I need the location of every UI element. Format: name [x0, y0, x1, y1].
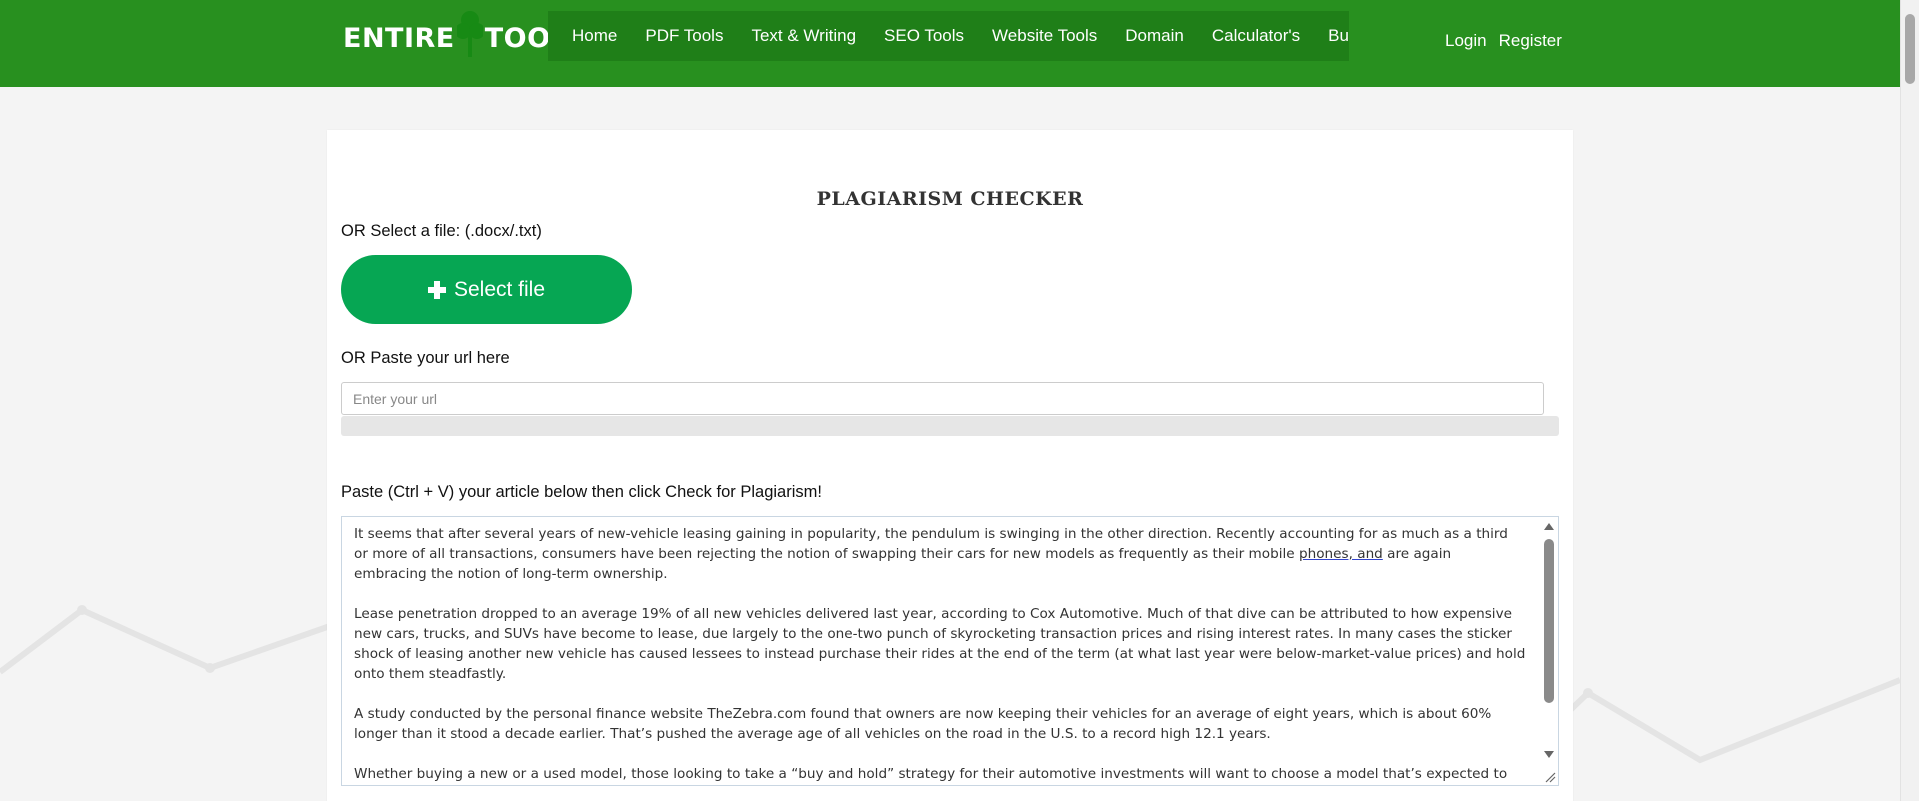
url-input[interactable] — [341, 382, 1544, 415]
url-label: OR Paste your url here — [341, 349, 510, 367]
nav-seo-tools[interactable]: SEO Tools — [870, 26, 978, 46]
clover-icon — [454, 9, 485, 59]
page-title: PLAGIARISM CHECKER — [816, 188, 1084, 210]
article-paragraph-2: Lease penetration dropped to an average … — [354, 606, 1526, 682]
logo-text-entire: ENTIRE — [343, 22, 455, 54]
select-file-label: Select file — [453, 277, 546, 301]
nav-website-tools[interactable]: Website Tools — [978, 26, 1111, 46]
select-file-button[interactable]: Select file — [341, 255, 632, 324]
article-label: Paste (Ctrl + V) your article below then… — [341, 483, 822, 501]
plus-icon — [427, 280, 446, 299]
article-text[interactable]: It seems that after several years of new… — [342, 517, 1538, 785]
scroll-up-arrow-icon[interactable] — [1544, 523, 1554, 530]
spellcheck-underline: phones, and — [1298, 546, 1383, 562]
textarea-scrollbar-thumb[interactable] — [1544, 539, 1554, 703]
auth-links: Login Register — [1445, 31, 1562, 51]
nav-domain[interactable]: Domain — [1111, 26, 1198, 46]
nav-calculators[interactable]: Calculator's — [1198, 26, 1314, 46]
article-paragraph-1: It seems that after several years of new… — [354, 526, 1508, 582]
nav-business[interactable]: Business — [1314, 26, 1349, 46]
plagiarism-card: PLAGIARISM CHECKER OR Select a file: (.d… — [327, 130, 1573, 801]
resize-handle-icon[interactable] — [1544, 771, 1556, 783]
nav-pdf-tools[interactable]: PDF Tools — [631, 26, 737, 46]
main-nav: Home PDF Tools Text & Writing SEO Tools … — [548, 11, 1349, 61]
file-select-label: OR Select a file: (.docx/.txt) — [341, 222, 542, 240]
nav-home[interactable]: Home — [548, 26, 631, 46]
site-header: ENTIRE TOOLS Home PDF Tools Text & Writi… — [0, 0, 1900, 87]
url-progress-bar — [341, 416, 1559, 436]
article-paragraph-3: A study conducted by the personal financ… — [354, 706, 1492, 742]
login-link[interactable]: Login — [1445, 31, 1487, 51]
article-paragraph-4: Whether buying a new or a used model, th… — [354, 766, 1508, 782]
textarea-scrollbar[interactable] — [1540, 517, 1558, 785]
nav-text-writing[interactable]: Text & Writing — [737, 26, 870, 46]
page-scrollbar[interactable] — [1900, 0, 1919, 801]
page-scrollbar-thumb[interactable] — [1905, 14, 1915, 84]
scroll-down-arrow-icon[interactable] — [1544, 751, 1554, 758]
article-textarea[interactable]: It seems that after several years of new… — [341, 516, 1559, 786]
register-link[interactable]: Register — [1499, 31, 1562, 51]
